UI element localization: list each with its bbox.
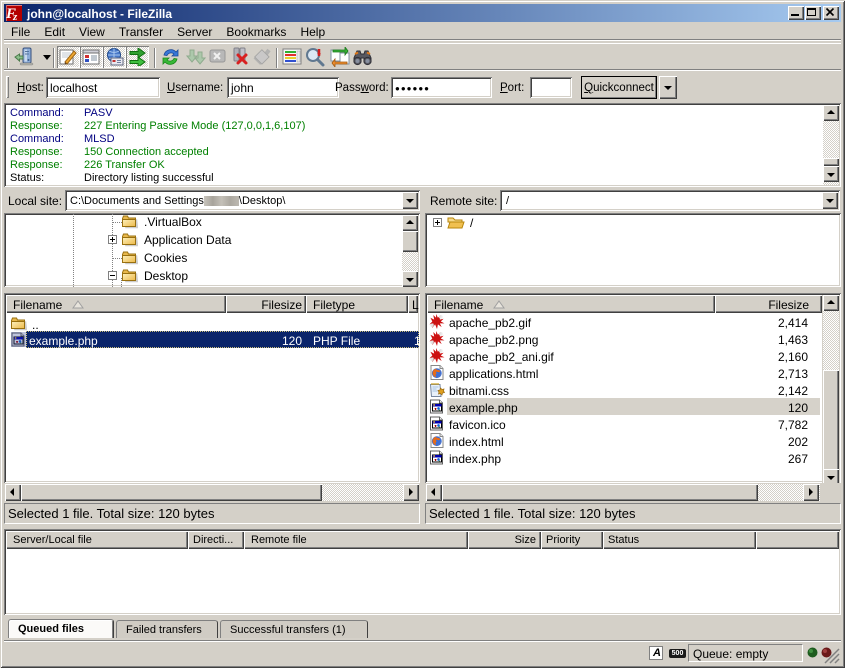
svg-text:z: z bbox=[12, 11, 18, 21]
